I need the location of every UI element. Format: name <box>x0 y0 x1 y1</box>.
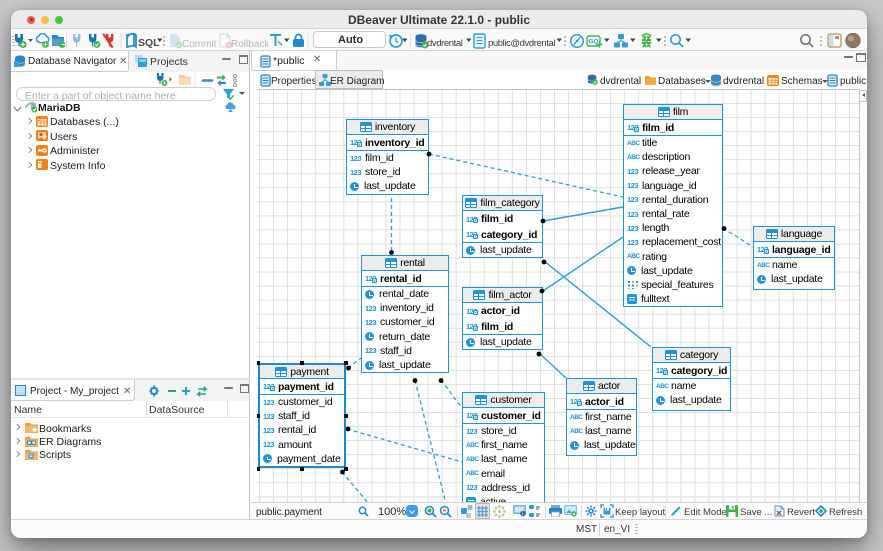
svg-text:i: i <box>522 512 523 518</box>
